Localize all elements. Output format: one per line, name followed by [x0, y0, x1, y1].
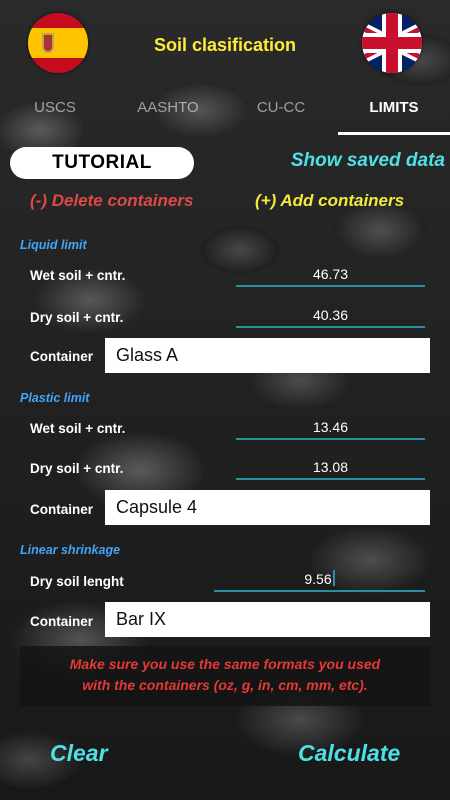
ls-length-label: Dry soil lenght [30, 574, 124, 589]
ll-container-input[interactable]: Glass A [105, 338, 430, 373]
liquid-limit-heading: Liquid limit [20, 238, 87, 252]
tab-bar: USCS AASHTO CU-CC LIMITS [0, 97, 450, 137]
pl-container-input[interactable]: Capsule 4 [105, 490, 430, 525]
delete-containers-button[interactable]: (-) Delete containers [30, 191, 193, 211]
plastic-limit-heading: Plastic limit [20, 391, 90, 405]
tab-cu-cc[interactable]: CU-CC [243, 97, 319, 135]
warning-line-2: with the containers (oz, g, in, cm, mm, … [82, 677, 368, 693]
pl-wet-soil-label: Wet soil + cntr. [30, 421, 126, 436]
show-saved-data-button[interactable]: Show saved data [270, 150, 445, 172]
tutorial-button[interactable]: TUTORIAL [10, 147, 194, 179]
tab-aashto[interactable]: AASHTO [128, 97, 208, 135]
pl-wet-soil-input[interactable]: 13.46 [236, 418, 425, 440]
ll-container-label: Container [30, 349, 94, 364]
format-warning: Make sure you use the same formats you u… [20, 646, 430, 706]
ll-wet-soil-input[interactable]: 46.73 [236, 265, 425, 287]
ls-length-input[interactable]: 9.56 [214, 570, 425, 592]
linear-shrinkage-heading: Linear shrinkage [20, 543, 121, 557]
clear-button[interactable]: Clear [50, 740, 108, 767]
ll-wet-soil-label: Wet soil + cntr. [30, 268, 126, 283]
ll-dry-soil-input[interactable]: 40.36 [236, 306, 425, 328]
add-containers-button[interactable]: (+) Add containers [255, 191, 404, 211]
tab-limits[interactable]: LIMITS [338, 97, 450, 135]
calculate-button[interactable]: Calculate [298, 740, 400, 767]
uk-flag-icon[interactable] [362, 13, 422, 73]
pl-dry-soil-input[interactable]: 13.08 [236, 458, 425, 480]
ls-length-value: 9.56 [304, 571, 332, 587]
ls-container-input[interactable]: Bar IX [105, 602, 430, 637]
ls-container-label: Container [30, 614, 94, 629]
warning-line-1: Make sure you use the same formats you u… [69, 656, 381, 672]
tab-uscs[interactable]: USCS [20, 97, 90, 135]
pl-dry-soil-label: Dry soil + cntr. [30, 461, 124, 476]
ll-dry-soil-label: Dry soil + cntr. [30, 310, 124, 325]
pl-container-label: Container [30, 502, 94, 517]
text-caret [332, 570, 335, 586]
app-header: Soil clasification [0, 0, 450, 90]
